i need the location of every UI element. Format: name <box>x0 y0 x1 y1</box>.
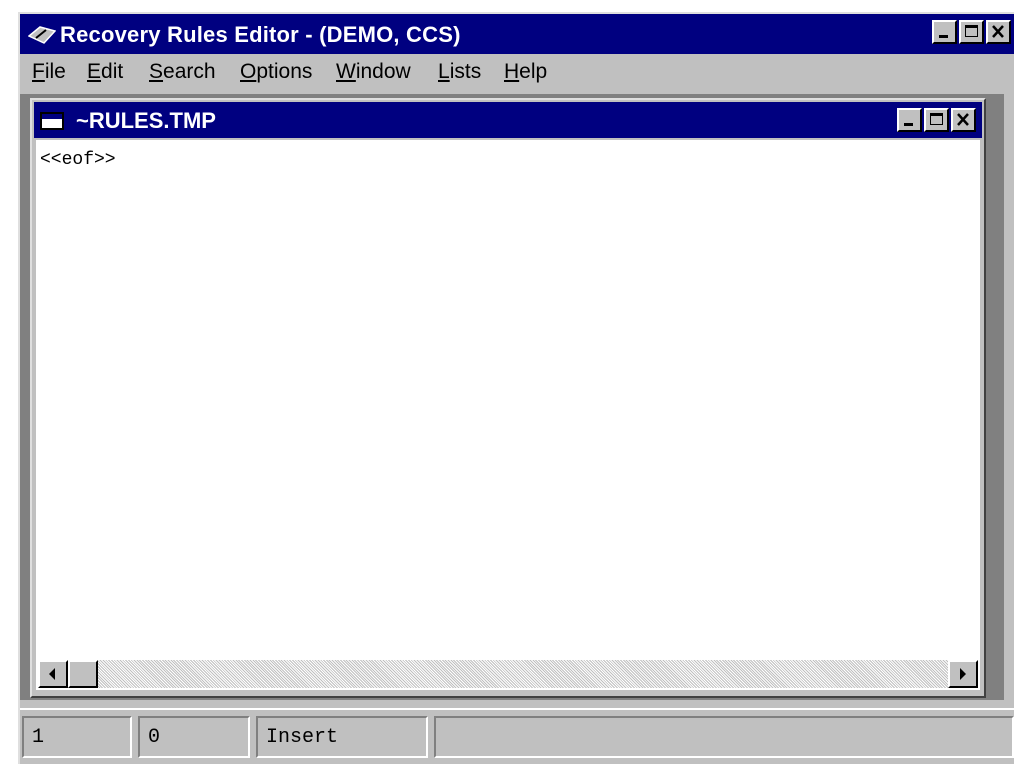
mdi-workspace: ~RULES.TMP <<eof>> <box>20 94 1004 700</box>
main-title-bar[interactable]: Recovery Rules Editor - (DEMO, CCS) <box>20 14 1014 54</box>
document-minimize-button[interactable] <box>897 108 922 132</box>
menu-help[interactable]: Help <box>504 60 547 84</box>
status-bar: 1 0 Insert <box>20 708 1014 762</box>
status-column-number: 0 <box>138 716 250 758</box>
main-window: Recovery Rules Editor - (DEMO, CCS) File… <box>18 12 1014 764</box>
status-line-number: 1 <box>22 716 132 758</box>
status-edit-mode: Insert <box>256 716 428 758</box>
menu-window[interactable]: Window <box>336 60 411 84</box>
menu-bar: File Edit Search Options Window Lists He… <box>20 58 1014 92</box>
menu-file[interactable]: File <box>32 60 66 84</box>
document-caption-buttons <box>897 108 976 132</box>
menu-options[interactable]: Options <box>240 60 312 84</box>
scroll-right-button[interactable] <box>948 660 978 688</box>
arrow-right-icon <box>960 668 966 680</box>
text-editor[interactable]: <<eof>> <box>36 140 980 658</box>
status-message <box>434 716 1014 758</box>
document-title: ~RULES.TMP <box>76 108 216 133</box>
document-icon[interactable] <box>40 112 64 130</box>
document-close-button[interactable] <box>951 108 976 132</box>
menu-search[interactable]: Search <box>149 60 216 84</box>
document-title-bar[interactable]: ~RULES.TMP <box>34 102 982 138</box>
close-button[interactable] <box>986 20 1011 44</box>
horizontal-scrollbar[interactable] <box>36 658 980 690</box>
maximize-icon <box>965 25 978 37</box>
main-caption-buttons <box>932 20 1011 44</box>
close-icon <box>957 113 969 126</box>
app-icon[interactable] <box>28 26 56 44</box>
scroll-left-button[interactable] <box>38 660 68 688</box>
scroll-track[interactable] <box>68 660 948 688</box>
menu-lists[interactable]: Lists <box>438 60 481 84</box>
status-divider <box>20 708 1014 710</box>
scroll-thumb[interactable] <box>68 660 98 688</box>
arrow-left-icon <box>49 668 55 680</box>
maximize-icon <box>930 113 943 125</box>
minimize-button[interactable] <box>932 20 957 44</box>
close-icon <box>992 25 1004 38</box>
maximize-button[interactable] <box>959 20 984 44</box>
main-window-title: Recovery Rules Editor - (DEMO, CCS) <box>60 22 461 47</box>
document-window: ~RULES.TMP <<eof>> <box>30 98 986 698</box>
minimize-icon <box>904 123 913 126</box>
minimize-icon <box>939 35 948 38</box>
editor-line: <<eof>> <box>40 150 116 170</box>
menu-edit[interactable]: Edit <box>87 60 123 84</box>
document-maximize-button[interactable] <box>924 108 949 132</box>
